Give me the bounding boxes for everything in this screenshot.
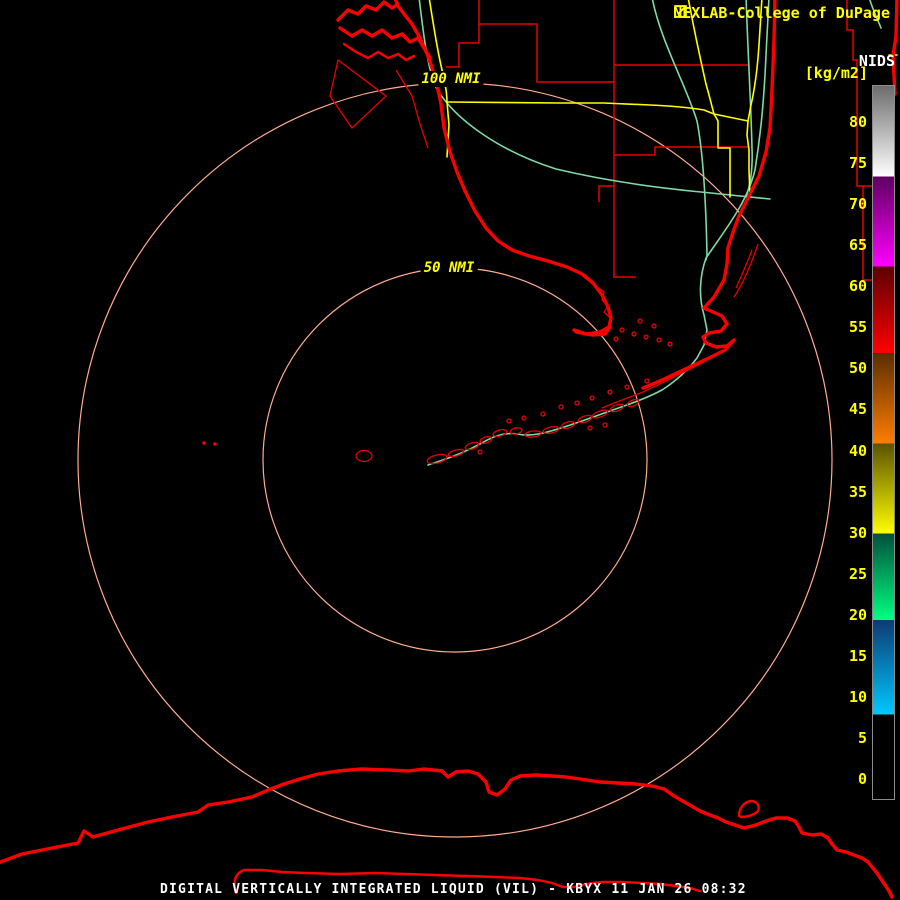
range-ring-label-100nmi: 100 NMI (418, 71, 484, 87)
colorbar-tick-label: 55 (848, 318, 867, 337)
colorbar-tick-label: 45 (848, 400, 867, 419)
colorbar-tick-label: 0 (857, 770, 867, 788)
colorbar-tick-label: 80 (848, 113, 867, 131)
header-title: NEXLAB-College of DuPage (673, 4, 894, 22)
radar-map-display: 100 NMI 50 NMI (0, 0, 900, 900)
colorbar-tick-label: 65 (848, 236, 867, 255)
colorbar-tick-label: 35 (848, 482, 867, 501)
colorbar-tick-label: 75 (848, 154, 867, 173)
coastline-cuba (0, 767, 894, 899)
range-rings (77, 82, 833, 838)
legend-units-label: [kg/m2] (804, 64, 868, 82)
colorbar-tick-label: 60 (848, 277, 867, 296)
colorbar-tick-label: 10 (848, 687, 867, 706)
county-borders (446, 0, 873, 281)
florida-keys-islands (426, 318, 732, 465)
range-ring-50nmi (262, 267, 648, 653)
colorbar-tick-label: 30 (848, 523, 867, 542)
colorbar-tick-label: 15 (848, 646, 867, 665)
colorbar-tick-label: 50 (848, 359, 867, 378)
colorbar-tick-label: 20 (848, 605, 867, 624)
dry-tortugas (202, 441, 217, 446)
range-ring-100nmi (77, 82, 833, 838)
colorbar (872, 85, 895, 800)
colorbar-tick-label: 5 (857, 728, 867, 747)
colorbar-tick-label: 70 (848, 195, 867, 214)
marquesas-keys (355, 449, 373, 463)
roads-yellow (428, 0, 898, 198)
colorbar-tick-label: 40 (848, 441, 867, 460)
base-map (0, 0, 899, 899)
status-bar: DIGITAL VERTICALLY INTEGRATED LIQUID (VI… (160, 882, 747, 897)
header-title-text: NEXLAB-College of DuPage (673, 4, 890, 22)
range-ring-label-50nmi: 50 NMI (420, 260, 478, 276)
colorbar-tick-label: 25 (848, 564, 867, 583)
